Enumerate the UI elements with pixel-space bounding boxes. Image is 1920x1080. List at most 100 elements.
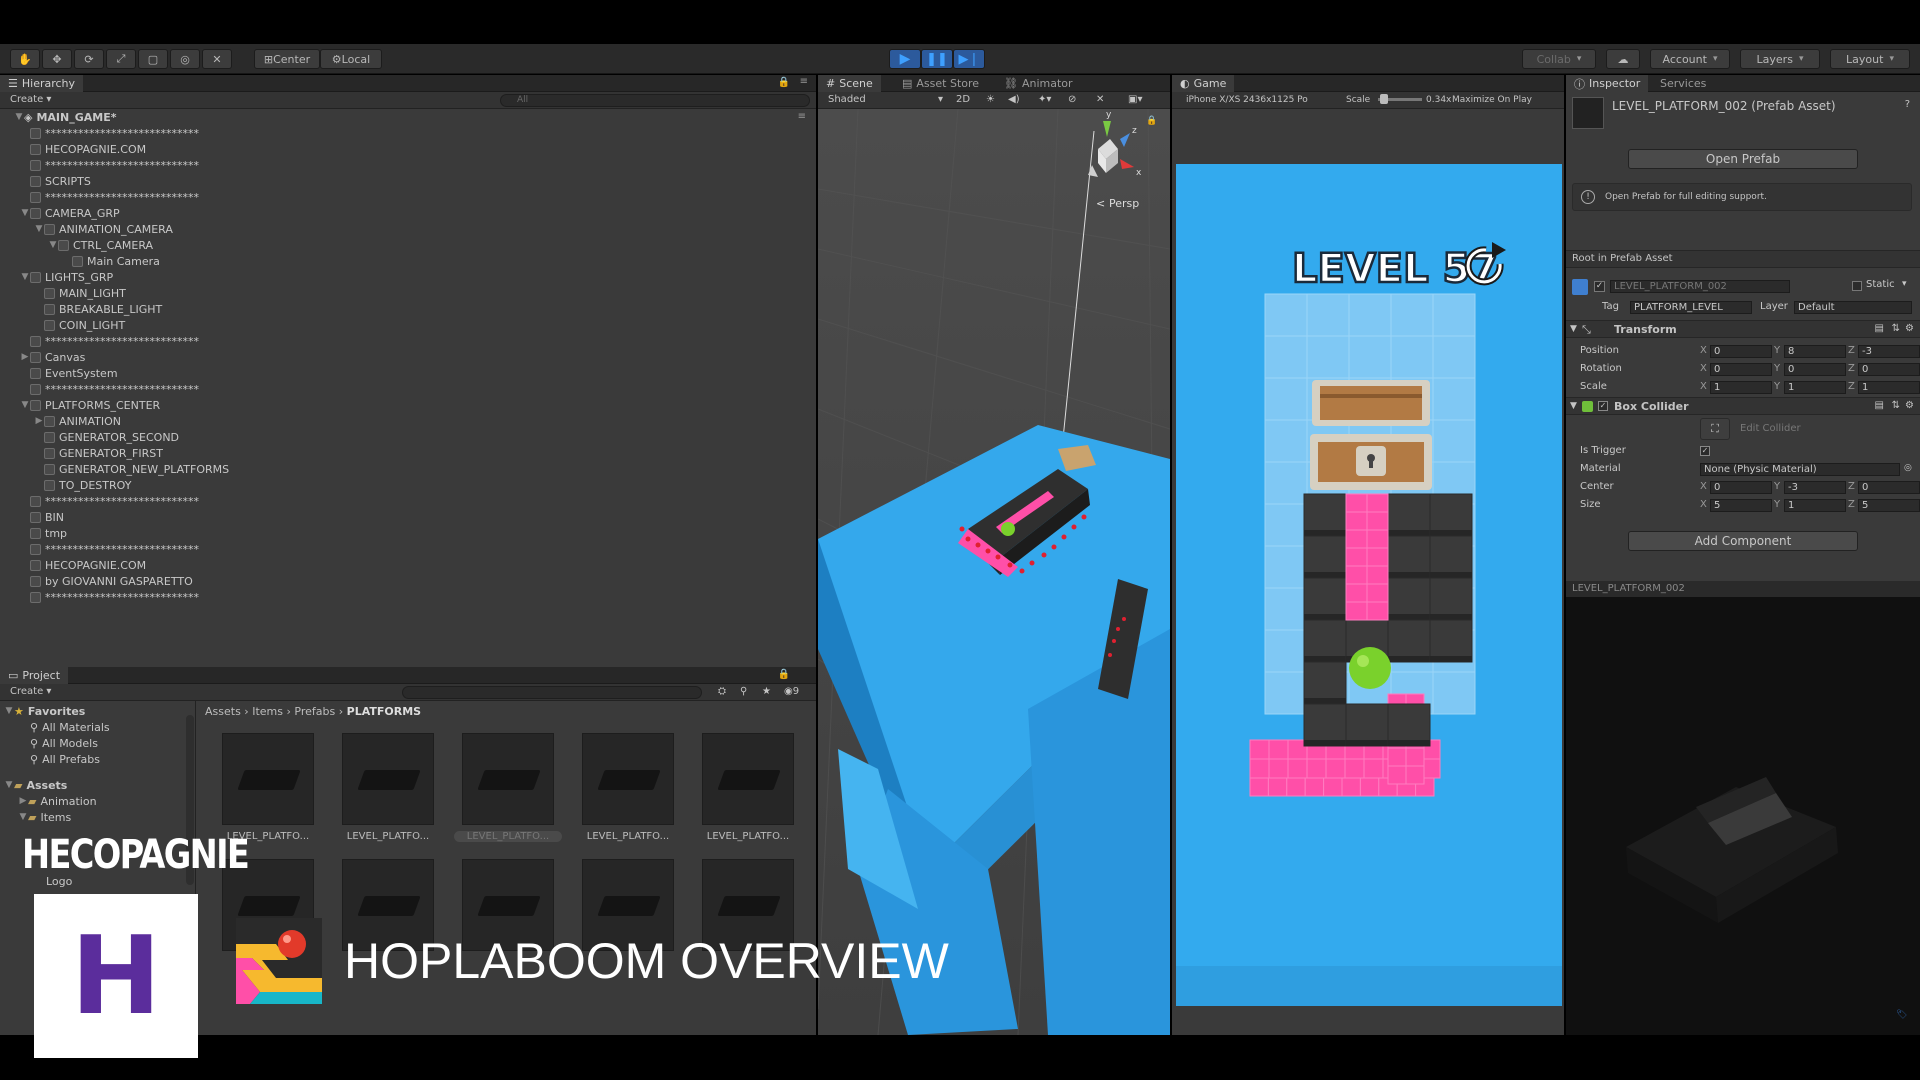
asset-thumbnail-label[interactable]: LEVEL_PLATFO... — [574, 831, 682, 842]
asset-folder[interactable]: ▼ ▰ Items — [18, 809, 72, 825]
component-settings-icon[interactable]: ⚙ — [1905, 323, 1914, 334]
persp-label[interactable]: Persp — [1109, 197, 1139, 210]
number-field-y[interactable]: 0 — [1784, 363, 1846, 376]
tab-animator[interactable]: ⛓ Animator — [996, 75, 1081, 92]
scale-slider-handle[interactable] — [1380, 94, 1388, 104]
pause-button[interactable]: ❚❚ — [921, 49, 953, 69]
transform-header[interactable]: ▼ ⤡ Transform ▤ ⇅ ⚙ — [1566, 320, 1920, 338]
rotate-tool-icon[interactable]: ⟳ — [74, 49, 104, 69]
hidden-objects-icon[interactable]: ⊘ — [1068, 94, 1076, 105]
play-button[interactable]: ▶ — [889, 49, 921, 69]
fav-item[interactable]: ⚲ All Models — [30, 735, 98, 751]
assets-arrow-icon[interactable]: ▼ — [4, 780, 14, 790]
filter-type-icon[interactable]: ⛭ — [718, 686, 726, 697]
add-component-button[interactable]: Add Component — [1628, 531, 1858, 551]
hierarchy-item[interactable]: **************************** — [20, 381, 199, 397]
pivot-center-button[interactable]: ⊞ Center — [254, 49, 320, 69]
number-field-z[interactable]: 1 — [1858, 381, 1920, 394]
transform-arrow-icon[interactable]: ▼ — [1570, 324, 1577, 334]
asset-thumbnail[interactable] — [462, 733, 554, 825]
layout-dropdown[interactable]: Layout — [1830, 49, 1910, 69]
collapse-arrow-icon[interactable]: ▼ — [20, 400, 30, 410]
asset-folder[interactable]: ▶ ▰ Animation — [18, 793, 97, 809]
scale-tool-icon[interactable]: ⤢ — [106, 49, 136, 69]
hierarchy-item[interactable]: TO_DESTROY — [34, 477, 131, 493]
gizmo-lock-icon[interactable]: 🔒 — [1146, 115, 1157, 126]
axis-label-y[interactable]: Y — [1774, 499, 1780, 510]
hierarchy-item[interactable]: HECOPAGNIE.COM — [20, 557, 146, 573]
axis-label-x[interactable]: X — [1700, 481, 1707, 492]
shading-mode-dropdown[interactable]: Shaded — [828, 94, 866, 105]
favorite-star-icon[interactable]: ★ — [762, 686, 771, 697]
hierarchy-item[interactable]: **************************** — [20, 333, 199, 349]
favorites-row[interactable]: ▼ ★ Favorites — [4, 703, 86, 719]
hierarchy-item[interactable]: **************************** — [20, 125, 199, 141]
tab-project[interactable]: ▭ Project — [0, 667, 69, 684]
hand-tool-icon[interactable]: ✋ — [10, 49, 40, 69]
number-field-x[interactable]: 5 — [1710, 499, 1772, 512]
object-picker-icon[interactable]: ◎ — [1904, 463, 1912, 473]
axis-label-z[interactable]: Z — [1848, 345, 1855, 356]
edit-collider-button[interactable]: ⛶ — [1700, 418, 1730, 440]
number-field-x[interactable]: 0 — [1710, 345, 1772, 358]
asset-thumbnail-label[interactable]: LEVEL_PLATFO... — [334, 831, 442, 842]
breadcrumb-item[interactable]: PLATFORMS — [347, 705, 421, 718]
component-help-icon[interactable]: ▤ — [1875, 323, 1884, 334]
number-field-z[interactable]: 5 — [1858, 499, 1920, 512]
custom-tool-icon[interactable]: ✕ — [202, 49, 232, 69]
pivot-local-button[interactable]: ⚙ Local — [320, 49, 382, 69]
axis-label-y[interactable]: Y — [1774, 363, 1780, 374]
hierarchy-item[interactable]: ▼ CAMERA_GRP — [20, 205, 120, 221]
box-collider-header[interactable]: ▼ ✓ Box Collider ▤ ⇅ ⚙ — [1566, 397, 1920, 415]
static-checkbox[interactable] — [1852, 281, 1862, 291]
move-tool-icon[interactable]: ✥ — [42, 49, 72, 69]
lighting-icon[interactable]: ☀ — [986, 94, 995, 105]
axis-label-y[interactable]: Y — [1774, 381, 1780, 392]
active-checkbox[interactable]: ✓ — [1594, 281, 1605, 292]
effects-icon[interactable]: ✦▾ — [1038, 94, 1051, 105]
hierarchy-item[interactable]: BIN — [20, 509, 64, 525]
maximize-on-play-toggle[interactable]: Maximize On Play — [1452, 95, 1532, 105]
hierarchy-item[interactable]: ▼ PLATFORMS_CENTER — [20, 397, 161, 413]
cloud-button[interactable]: ☁ — [1606, 49, 1640, 69]
scene-root-row[interactable]: ▼ ◈ MAIN_GAME* — [14, 109, 117, 125]
layers-dropdown[interactable]: Layers — [1740, 49, 1820, 69]
assets-row[interactable]: ▼ ▰ Assets — [4, 777, 68, 793]
tab-hierarchy[interactable]: ☰ Hierarchy — [0, 75, 84, 92]
breadcrumb-item[interactable]: Assets — [205, 705, 241, 718]
preview-tag-icon[interactable]: 🏷 — [1896, 1009, 1907, 1020]
hierarchy-item[interactable]: GENERATOR_FIRST — [34, 445, 163, 461]
hierarchy-item[interactable]: by GIOVANNI GASPARETTO — [20, 573, 193, 589]
collider-settings-icon[interactable]: ⚙ — [1905, 400, 1914, 411]
asset-thumbnail[interactable] — [702, 733, 794, 825]
hierarchy-item[interactable]: ▶ ANIMATION — [34, 413, 121, 429]
asset-thumbnail[interactable] — [342, 733, 434, 825]
lock-icon[interactable]: 🔒 — [778, 77, 790, 88]
fav-item[interactable]: ⚲ All Materials — [30, 719, 110, 735]
breadcrumb-item[interactable]: Prefabs — [294, 705, 335, 718]
breadcrumb-item[interactable]: Items — [252, 705, 283, 718]
asset-thumbnail[interactable] — [582, 733, 674, 825]
hierarchy-item[interactable]: HECOPAGNIE.COM — [20, 141, 146, 157]
tag-dropdown[interactable]: PLATFORM_LEVEL — [1630, 301, 1752, 314]
asset-thumbnail[interactable] — [222, 733, 314, 825]
tab-asset-store[interactable]: ▤ Asset Store — [894, 75, 987, 92]
object-name-field[interactable]: LEVEL_PLATFORM_002 — [1610, 280, 1790, 293]
filter-label-icon[interactable]: ⚲ — [740, 686, 747, 697]
expand-arrow-icon[interactable]: ▼ — [14, 112, 24, 122]
scene-menu-icon[interactable]: ≡ — [798, 111, 806, 122]
hierarchy-item[interactable]: GENERATOR_NEW_PLATFORMS — [34, 461, 229, 477]
collapse-arrow-icon[interactable]: ▼ — [34, 224, 44, 234]
collider-help-icon[interactable]: ▤ — [1875, 400, 1884, 411]
number-field-x[interactable]: 1 — [1710, 381, 1772, 394]
preview-header[interactable]: LEVEL_PLATFORM_002 — [1566, 581, 1920, 597]
hierarchy-item[interactable]: ▼ CTRL_CAMERA — [48, 237, 154, 253]
gizmos-dropdown[interactable]: ▣▾ — [1128, 94, 1142, 105]
fav-item[interactable]: ⚲ All Prefabs — [30, 751, 100, 767]
collapse-arrow-icon[interactable]: ▼ — [20, 272, 30, 282]
step-button[interactable]: ▶❘ — [953, 49, 985, 69]
static-dropdown-icon[interactable]: ▾ — [1902, 279, 1907, 289]
folder-arrow-icon[interactable]: ▼ — [18, 812, 28, 822]
folder-arrow-icon[interactable]: ▶ — [18, 796, 28, 806]
collider-arrow-icon[interactable]: ▼ — [1570, 401, 1577, 411]
